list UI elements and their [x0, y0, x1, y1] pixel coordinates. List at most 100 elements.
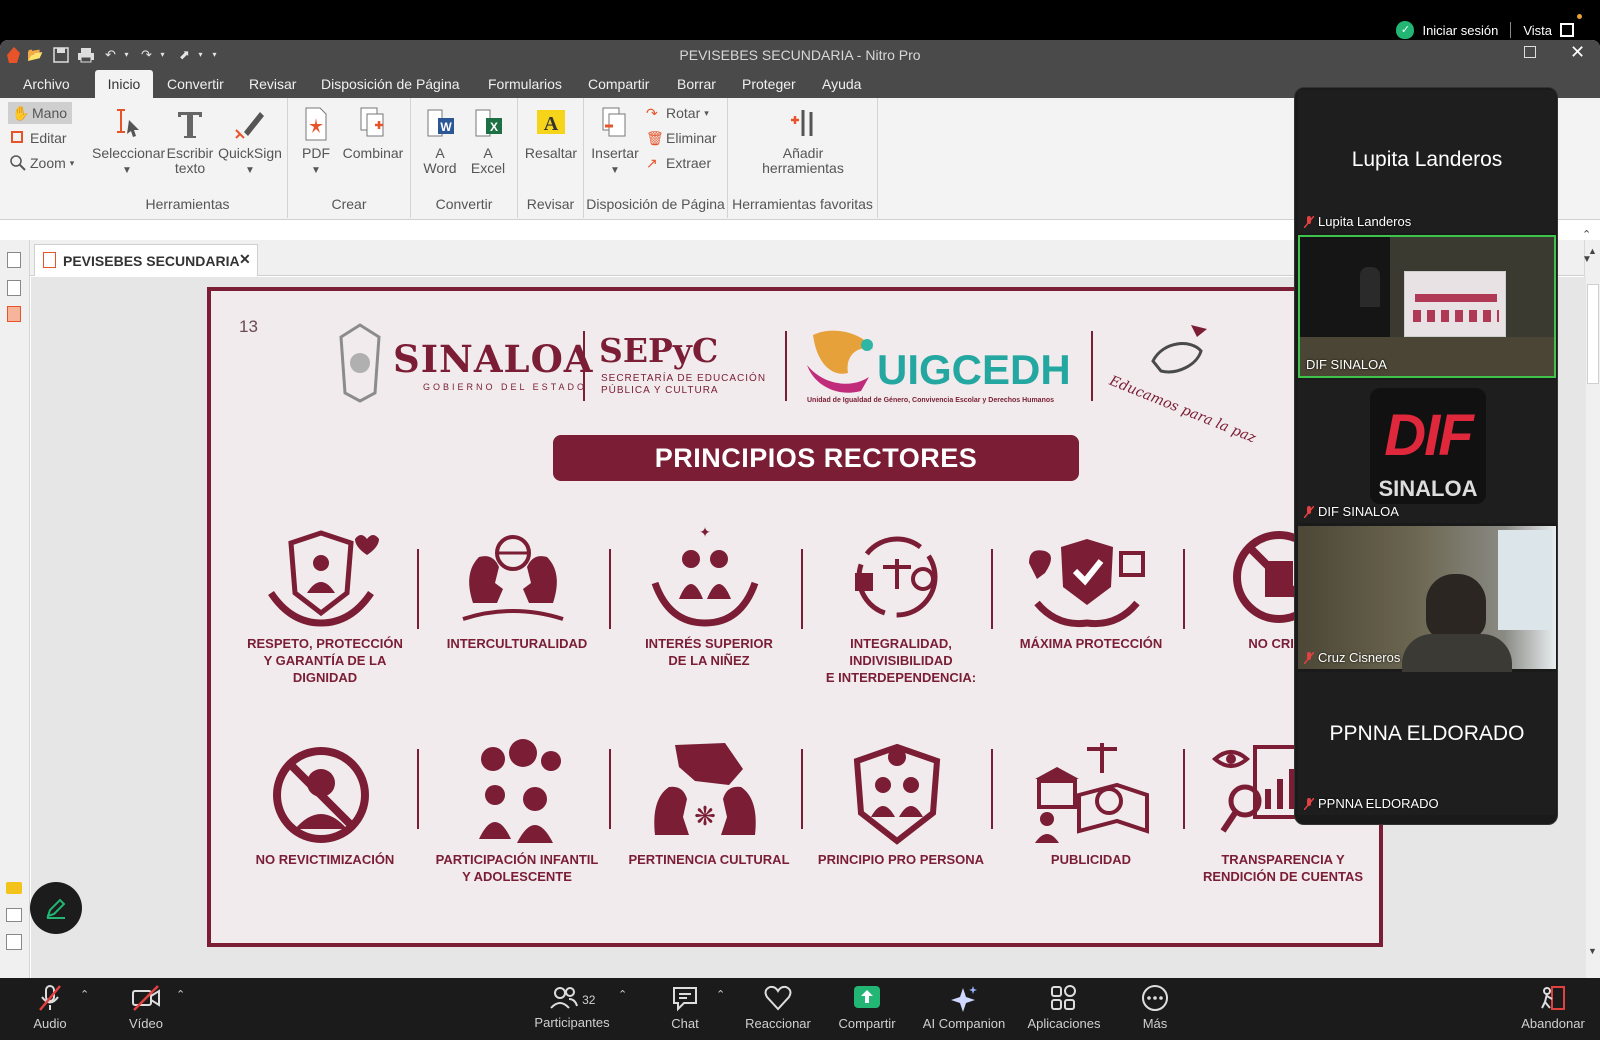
- bookmarks-panel-icon[interactable]: [7, 306, 21, 322]
- undo-dropdown-icon[interactable]: ▾: [118, 46, 135, 63]
- menu-inicio[interactable]: Inicio: [95, 70, 153, 98]
- principle-label: PUBLICIDAD: [1007, 851, 1175, 868]
- more-button[interactable]: Más: [1110, 984, 1200, 1031]
- participants-caret-icon[interactable]: ⌃: [618, 988, 627, 1001]
- insert-button[interactable]: Insertar ▼: [590, 106, 640, 178]
- menu-proteger[interactable]: Proteger: [732, 70, 806, 98]
- delete-button[interactable]: 🗑 Eliminar: [646, 127, 717, 149]
- write-text-button[interactable]: Escribir texto: [164, 106, 216, 176]
- people-icon: [549, 987, 578, 1009]
- layers-panel-icon[interactable]: [6, 934, 22, 950]
- select-dropdown-icon: ▼: [122, 165, 132, 176]
- word-label-2: Word: [423, 160, 457, 176]
- menu-borrar[interactable]: Borrar: [667, 70, 726, 98]
- open-icon[interactable]: 📂: [27, 46, 44, 63]
- participant-tile[interactable]: Cruz Cisneros: [1298, 526, 1556, 674]
- logo-uigcedh: UIGCEDH: [877, 346, 1071, 393]
- add-tools-button[interactable]: Añadir herramientas: [738, 106, 868, 176]
- presenter-silhouette: [1360, 267, 1380, 307]
- audio-options-caret-icon[interactable]: ⌃: [80, 988, 89, 1001]
- excel-label-1: A: [483, 145, 493, 161]
- scroll-down-icon[interactable]: ▼: [1588, 946, 1597, 956]
- window-light: [1498, 530, 1552, 630]
- comments-panel-icon[interactable]: [6, 882, 22, 894]
- mode-mano-button[interactable]: ✋ Mano: [8, 102, 72, 124]
- grid-view-icon[interactable]: [1560, 23, 1574, 37]
- close-window-icon[interactable]: ✕: [1570, 42, 1585, 63]
- floating-edit-button[interactable]: [30, 882, 82, 934]
- redo-dropdown-icon[interactable]: ▾: [154, 46, 171, 63]
- close-tab-icon[interactable]: ✕: [239, 251, 251, 268]
- participant-tile[interactable]: Lupita Landeros Lupita Landeros: [1298, 90, 1556, 233]
- menu-disposicion[interactable]: Disposición de Página: [311, 70, 470, 98]
- scroll-thumb[interactable]: [1587, 284, 1599, 384]
- undo-icon[interactable]: ↶: [102, 46, 119, 63]
- share-button[interactable]: Compartir: [822, 984, 912, 1031]
- principle-separator: [801, 749, 803, 829]
- logo-sepyc-sub2: PÚBLICA Y CULTURA: [601, 385, 719, 396]
- restore-icon[interactable]: [1524, 46, 1536, 58]
- participants-button[interactable]: 32 Participantes: [527, 984, 617, 1030]
- view-button[interactable]: Vista: [1523, 23, 1552, 38]
- participant-name: DIF SINALOA: [1318, 504, 1399, 519]
- participant-tile-active[interactable]: DIF SINALOA: [1298, 235, 1556, 378]
- rotate-button[interactable]: ↷ Rotar ▾: [646, 102, 709, 124]
- select-button[interactable]: Seleccionar ▼: [92, 106, 165, 178]
- svg-text:A: A: [544, 113, 559, 135]
- extract-button[interactable]: ↗ Extraer: [646, 152, 711, 174]
- video-options-caret-icon[interactable]: ⌃: [176, 988, 185, 1001]
- pages-panel-icon[interactable]: [7, 252, 21, 268]
- panel-scroll-down-icon[interactable]: ▼: [1582, 254, 1592, 265]
- signin-link[interactable]: Iniciar sesión: [1422, 23, 1498, 38]
- participant-tile[interactable]: PPNNA ELDORADO PPNNA ELDORADO: [1298, 672, 1556, 815]
- to-word-button[interactable]: W A Word: [417, 106, 463, 176]
- left-rail: [0, 240, 30, 978]
- create-pdf-button[interactable]: PDF ▼: [294, 106, 338, 178]
- principle-separator: [417, 749, 419, 829]
- save-icon[interactable]: [53, 47, 69, 63]
- print-icon[interactable]: [77, 47, 95, 63]
- vertical-scrollbar[interactable]: ▲ ▼: [1584, 240, 1600, 978]
- principle-label-line-2: Y ADOLESCENTE: [462, 869, 572, 884]
- menu-compartir[interactable]: Compartir: [578, 70, 659, 98]
- menu-ayuda[interactable]: Ayuda: [812, 70, 871, 98]
- chat-caret-icon[interactable]: ⌃: [716, 988, 725, 1001]
- participant-name-tag: Cruz Cisneros: [1303, 650, 1400, 665]
- principle-label: RESPETO, PROTECCIÓN Y GARANTÍA DE LA DIGN…: [241, 635, 409, 686]
- combine-button[interactable]: Combinar: [340, 106, 406, 161]
- quicksign-button[interactable]: QuickSign ▼: [216, 106, 284, 178]
- search-panel-icon[interactable]: [7, 280, 21, 296]
- participant-tile[interactable]: DIF SINALOA DIF SINALOA: [1298, 380, 1556, 523]
- mic-muted-icon: [1303, 651, 1315, 664]
- menu-archivo[interactable]: Archivo: [13, 70, 80, 98]
- logo-sepyc-sub1: SECRETARÍA DE EDUCACIÓN: [601, 373, 767, 384]
- building-people-book-icon: [1035, 743, 1149, 843]
- menu-convertir[interactable]: Convertir: [157, 70, 234, 98]
- more-label: Más: [1142, 1016, 1168, 1031]
- highlight-button[interactable]: A Resaltar: [522, 106, 580, 161]
- react-button[interactable]: Reaccionar: [733, 984, 823, 1031]
- menu-revisar[interactable]: Revisar: [239, 70, 306, 98]
- to-excel-button[interactable]: X A Excel: [465, 106, 511, 176]
- write-label-2: texto: [174, 160, 206, 176]
- mode-editar-button[interactable]: Editar: [10, 127, 67, 149]
- projected-slide: [1404, 271, 1506, 337]
- panel-scroll-up-icon[interactable]: ⌃: [1582, 228, 1591, 241]
- principle-label-line-1: INTEGRALIDAD, INDIVISIBILIDAD: [849, 636, 953, 668]
- pdf-file-icon: [43, 252, 56, 268]
- apps-grid-icon: [1051, 985, 1076, 1010]
- mic-muted-icon: [1303, 505, 1315, 518]
- cursor-select-icon[interactable]: ⬈: [176, 46, 193, 63]
- redo-icon[interactable]: ↷: [138, 46, 155, 63]
- ai-companion-button[interactable]: AI Companion: [914, 984, 1014, 1031]
- insert-label: Insertar: [591, 145, 639, 161]
- doc-tab[interactable]: PEVISEBES SECUNDARIA ✕: [34, 244, 258, 276]
- customize-qa-icon[interactable]: ▾: [206, 46, 223, 63]
- apps-button[interactable]: Aplicaciones: [1014, 984, 1114, 1031]
- principle-label: INTERCULTURALIDAD: [433, 635, 601, 652]
- mode-zoom-button[interactable]: Zoom ▾: [10, 152, 74, 174]
- attachments-panel-icon[interactable]: [6, 908, 22, 922]
- menu-formularios[interactable]: Formularios: [478, 70, 572, 98]
- more-dots-icon: [1142, 985, 1168, 1011]
- leave-button[interactable]: Abandonar: [1508, 984, 1598, 1031]
